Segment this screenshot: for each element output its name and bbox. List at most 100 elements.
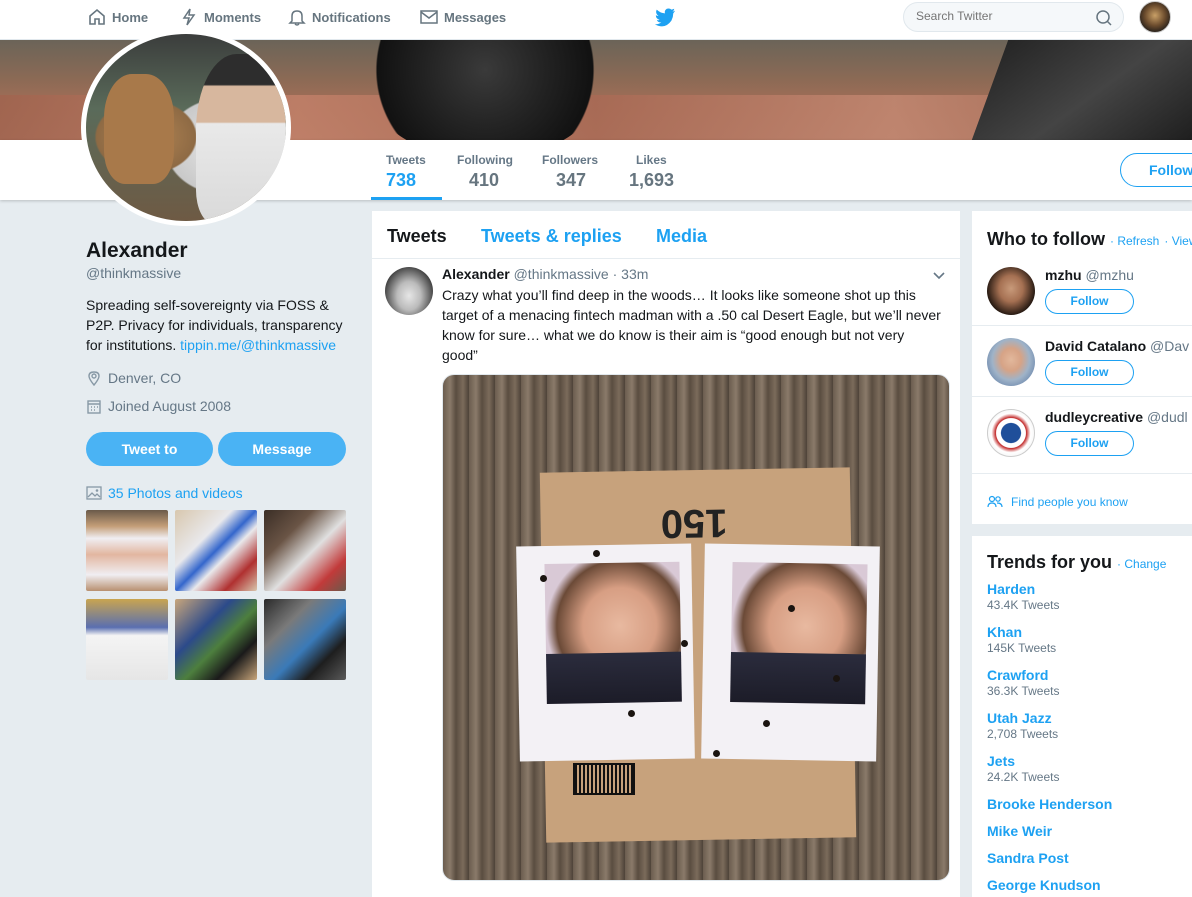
find-people-label: Find people you know — [1011, 495, 1128, 509]
nav-messages-label: Messages — [444, 9, 507, 25]
profile-name[interactable]: Alexander — [86, 239, 188, 263]
stat-likes-label: Likes — [636, 153, 667, 167]
tweet-header: Alexander @thinkmassive · 33m — [442, 266, 648, 282]
wtf-user-name[interactable]: dudleycreative @dudl — [1045, 409, 1188, 425]
photo-suit-left — [546, 651, 682, 705]
trends-title: Trends for you · Change — [987, 552, 1166, 573]
image-icon — [86, 486, 102, 500]
photo-bullet-hole — [628, 710, 635, 717]
profile-bio: Spreading self-sovereignty via FOSS & P2… — [86, 295, 356, 355]
stat-likes-value: 1,693 — [629, 170, 675, 190]
trend-item[interactable]: Mike Weir — [987, 823, 1052, 839]
tab-tweets-replies[interactable]: Tweets & replies — [481, 226, 622, 247]
stat-tweets[interactable]: Tweets 738 — [371, 140, 442, 200]
wtf-user-name[interactable]: David Catalano @Dav — [1045, 338, 1189, 354]
tweet-timestamp[interactable]: · 33m — [613, 266, 649, 282]
profile-handle[interactable]: @thinkmassive — [86, 265, 181, 281]
refresh-link[interactable]: · Refresh — [1110, 234, 1159, 248]
banner-tire — [360, 40, 610, 140]
trend-item[interactable]: Harden — [987, 581, 1035, 597]
avatar-person — [196, 54, 286, 221]
stat-followers[interactable]: Followers 347 — [542, 140, 598, 200]
bio-link[interactable]: tippin.me/@thinkmassive — [180, 337, 336, 353]
follow-button[interactable]: Follow — [1120, 153, 1192, 187]
photos-videos-link[interactable]: 35 Photos and videos — [86, 485, 243, 501]
trend-item[interactable]: Jets — [987, 753, 1015, 769]
stat-likes[interactable]: Likes 1,693 — [629, 140, 674, 200]
media-thumb[interactable] — [264, 510, 346, 591]
wtf-avatar[interactable] — [987, 267, 1035, 315]
timeline-tabs: Tweets Tweets & replies Media — [372, 211, 960, 259]
trends-card: Trends for you · Change Harden 43.4K Twe… — [972, 536, 1192, 897]
trend-item[interactable]: Utah Jazz — [987, 710, 1052, 726]
photo-bullet-hole — [788, 605, 795, 612]
envelope-icon — [420, 10, 438, 24]
location-text: Denver, CO — [108, 370, 182, 386]
tweet-avatar[interactable] — [385, 267, 433, 315]
bell-icon — [288, 10, 306, 26]
wtf-follow-button[interactable]: Follow — [1045, 289, 1134, 314]
wtf-avatar[interactable] — [987, 338, 1035, 386]
trend-item[interactable]: George Knudson — [987, 877, 1101, 893]
tweet-to-button[interactable]: Tweet to — [86, 432, 213, 466]
change-link[interactable]: · Change — [1117, 557, 1166, 571]
profile-joined: Joined August 2008 — [86, 398, 231, 414]
stat-followers-value: 347 — [556, 170, 587, 190]
who-to-follow-title: Who to follow · Refresh · View all — [987, 229, 1192, 250]
nav-notifications[interactable]: Notifications — [287, 0, 391, 34]
chevron-down-icon[interactable] — [932, 269, 946, 283]
divider — [972, 325, 1192, 326]
trend-item[interactable]: Brooke Henderson — [987, 796, 1112, 812]
wtf-follow-button[interactable]: Follow — [1045, 431, 1134, 456]
tweet-photo[interactable]: 150 — [442, 374, 950, 881]
twitter-bird-icon[interactable] — [654, 6, 676, 28]
stat-followers-label: Followers — [542, 153, 599, 167]
stat-tweets-value: 738 — [386, 170, 417, 190]
profile-avatar[interactable] — [81, 29, 291, 226]
find-people-link[interactable]: Find people you know — [987, 495, 1128, 509]
nav-messages[interactable]: Messages — [419, 0, 506, 34]
search-box[interactable] — [903, 2, 1124, 32]
trend-item[interactable]: Crawford — [987, 667, 1048, 683]
media-thumb[interactable] — [86, 599, 168, 680]
photo-barcode — [573, 763, 635, 795]
joined-text: Joined August 2008 — [108, 398, 231, 414]
wtf-user-name[interactable]: mzhu @mzhu — [1045, 267, 1134, 283]
calendar-icon — [87, 400, 101, 414]
nav-home-label: Home — [112, 9, 149, 25]
message-button[interactable]: Message — [218, 432, 346, 466]
wtf-handle: @dudl — [1146, 409, 1188, 425]
who-to-follow-card: Who to follow · Refresh · View all mzhu … — [972, 211, 1192, 524]
nav-home[interactable]: Home — [87, 0, 148, 34]
view-all-link[interactable]: · View all — [1164, 234, 1192, 248]
tab-tweets[interactable]: Tweets — [387, 226, 447, 247]
photo-suit-right — [730, 651, 866, 705]
media-thumb[interactable] — [264, 599, 346, 680]
stat-following-label: Following — [457, 153, 513, 167]
tweet-author-name[interactable]: Alexander — [442, 266, 510, 282]
wtf-follow-button[interactable]: Follow — [1045, 360, 1134, 385]
divider — [972, 396, 1192, 397]
media-thumb[interactable] — [175, 510, 257, 591]
media-thumb[interactable] — [175, 599, 257, 680]
banner-vehicle — [964, 40, 1192, 140]
wtf-name: mzhu — [1045, 267, 1082, 283]
search-input[interactable] — [916, 9, 1086, 23]
search-icon[interactable] — [1095, 9, 1113, 27]
trend-item[interactable]: Khan — [987, 624, 1022, 640]
tweet-author-handle[interactable]: @thinkmassive — [514, 266, 609, 282]
account-avatar[interactable] — [1139, 1, 1171, 33]
tab-media[interactable]: Media — [656, 226, 707, 247]
stat-following[interactable]: Following 410 — [457, 140, 513, 200]
nav-notifications-label: Notifications — [312, 9, 391, 25]
media-thumb[interactable] — [86, 510, 168, 591]
photo-target-right — [701, 543, 880, 762]
photos-videos-label: 35 Photos and videos — [108, 485, 243, 501]
avatar-dog — [104, 74, 174, 184]
photo-bullet-hole — [593, 550, 600, 557]
trend-item[interactable]: Sandra Post — [987, 850, 1069, 866]
lightning-icon — [182, 8, 196, 26]
timeline: Tweets Tweets & replies Media Alexander … — [372, 211, 960, 897]
photo-bullet-hole — [713, 750, 720, 757]
wtf-avatar[interactable] — [987, 409, 1035, 457]
